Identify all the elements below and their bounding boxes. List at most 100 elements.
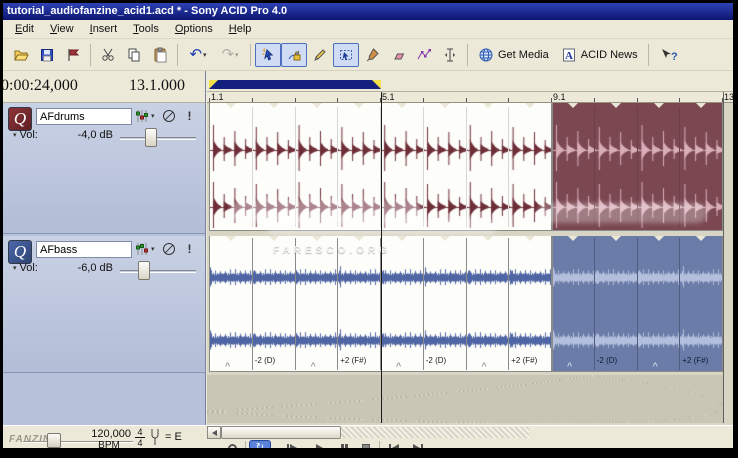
pause-button[interactable]: [333, 440, 355, 448]
ruler-tick: [594, 98, 595, 102]
menu-item-options[interactable]: Options: [167, 21, 221, 37]
paste-button[interactable]: [147, 43, 173, 67]
stop-button[interactable]: [355, 440, 377, 448]
context-help-button[interactable]: ?: [653, 43, 685, 67]
menu-item-view[interactable]: View: [42, 21, 82, 37]
loop-region-bar[interactable]: [209, 80, 381, 89]
play-button[interactable]: [308, 440, 330, 448]
status-bar: FANZINE 120,000 BPM 4 4 = E ↻: [3, 425, 733, 448]
watermark-blob: [267, 219, 497, 235]
solo-button[interactable]: !: [181, 107, 198, 124]
undo-arrow-icon: ↶: [189, 47, 202, 62]
solo-button[interactable]: !: [181, 240, 198, 257]
measure-divider: [637, 238, 638, 370]
volume-value[interactable]: -4,0 dB: [63, 129, 113, 141]
draw-tool-button[interactable]: [307, 43, 333, 67]
loop-notch-icon: [354, 236, 364, 241]
chevron-icon: ^: [653, 362, 658, 370]
ruler-tick: [337, 98, 338, 102]
play-icon: [316, 444, 323, 448]
menu-item-insert[interactable]: Insert: [82, 21, 126, 37]
marker-bar[interactable]: [207, 71, 733, 92]
volume-slider-track[interactable]: [120, 270, 196, 273]
volume-dropdown[interactable]: ▾Vol:: [12, 129, 38, 141]
lock-envelopes-button[interactable]: [281, 43, 307, 67]
undo-dropdown-icon: ▾: [203, 51, 207, 59]
beats-display[interactable]: 13.1.000: [129, 77, 185, 95]
erase-tool-button[interactable]: [385, 43, 411, 67]
get-media-label: Get Media: [498, 49, 549, 61]
chevron-icon: ^: [482, 362, 487, 370]
measure-divider: [508, 238, 509, 370]
chevron-icon: ^: [311, 362, 316, 370]
volume-dropdown[interactable]: ▾Vol:: [12, 262, 38, 274]
scrollbar-track[interactable]: [341, 427, 529, 438]
loop-notch-icon: [654, 103, 664, 108]
paint-tool-button[interactable]: [359, 43, 385, 67]
menu-item-tools[interactable]: Tools: [125, 21, 167, 37]
track-name-input[interactable]: [36, 108, 132, 125]
time-display[interactable]: 0:00:24,000: [3, 77, 78, 95]
record-button[interactable]: [221, 440, 243, 448]
track-color-icon[interactable]: Q: [8, 107, 32, 131]
volume-slider-track[interactable]: [120, 137, 196, 140]
ruler-tick: [551, 98, 552, 102]
time-selection-tool-button[interactable]: [437, 43, 463, 67]
bpm-value[interactable]: 120,000: [87, 428, 131, 440]
fx-faders-icon: [134, 242, 150, 256]
time-signature[interactable]: 4 4: [135, 427, 145, 448]
tempo-slider-thumb[interactable]: [47, 433, 61, 448]
menu-item-help[interactable]: Help: [221, 21, 260, 37]
paintbrush-icon: [364, 47, 380, 63]
loop-notch-icon: [568, 236, 578, 241]
selection-arrow-icon: [338, 47, 354, 63]
project-end-line: [723, 92, 724, 423]
timeline-area[interactable]: 1.15.19.113 -2 (D)^+2 (F#)^-2 (D)^+2 (F#…: [207, 71, 733, 425]
track-fx-button[interactable]: ▾: [134, 241, 162, 257]
track-color-icon[interactable]: Q: [8, 240, 32, 264]
scroll-left-button[interactable]: [207, 426, 221, 439]
chevron-icon: ^: [225, 362, 230, 370]
acid-news-button[interactable]: A ACID News: [555, 43, 644, 67]
volume-label: Vol:: [20, 129, 38, 141]
measure-divider: [466, 238, 467, 370]
save-button[interactable]: [34, 43, 60, 67]
go-to-end-button[interactable]: [407, 440, 429, 448]
audio-event-bass-selected[interactable]: [552, 236, 723, 372]
measure-divider: [679, 238, 680, 370]
volume-slider-thumb[interactable]: [138, 261, 150, 280]
eraser-icon: [390, 47, 406, 63]
get-media-button[interactable]: Get Media: [472, 43, 555, 67]
track-fx-button[interactable]: ▾: [134, 108, 162, 124]
pause-icon: [341, 444, 344, 449]
selection-tool-button[interactable]: [333, 43, 359, 67]
publish-button[interactable]: [60, 43, 86, 67]
loop-end-handle-icon[interactable]: [372, 80, 381, 89]
horizontal-scrollbar[interactable]: [207, 426, 733, 439]
open-button[interactable]: [8, 43, 34, 67]
mute-button[interactable]: [160, 107, 177, 124]
track-lane-bass: -2 (D)^+2 (F#)^-2 (D)^+2 (F#)^-2 (D)^+2 …: [207, 236, 733, 373]
loop-playback-button[interactable]: ↻: [249, 440, 271, 448]
project-key-value[interactable]: = E: [165, 431, 182, 443]
scrollbar-thumb[interactable]: [221, 426, 341, 439]
go-to-start-button[interactable]: [383, 440, 405, 448]
track-name-input[interactable]: [36, 241, 132, 258]
play-from-start-button[interactable]: [281, 440, 303, 448]
ruler-label: 13: [724, 92, 733, 102]
volume-slider-thumb[interactable]: [145, 128, 157, 147]
envelope-tool-button[interactable]: [411, 43, 437, 67]
cut-button[interactable]: [95, 43, 121, 67]
mute-button[interactable]: [160, 240, 177, 257]
loop-notch-icon: [611, 103, 621, 108]
undo-button[interactable]: ↶▾: [182, 43, 214, 67]
volume-value[interactable]: -6,0 dB: [63, 262, 113, 274]
menu-item-edit[interactable]: Edit: [7, 21, 42, 37]
measure-divider: [466, 107, 467, 227]
redo-button[interactable]: ↷▾: [214, 43, 246, 67]
measure-divider: [508, 107, 509, 227]
enable-snapping-button[interactable]: [255, 43, 281, 67]
loop-start-handle-icon[interactable]: [209, 80, 218, 89]
copy-button[interactable]: [121, 43, 147, 67]
beat-ruler[interactable]: 1.15.19.113: [207, 92, 733, 103]
